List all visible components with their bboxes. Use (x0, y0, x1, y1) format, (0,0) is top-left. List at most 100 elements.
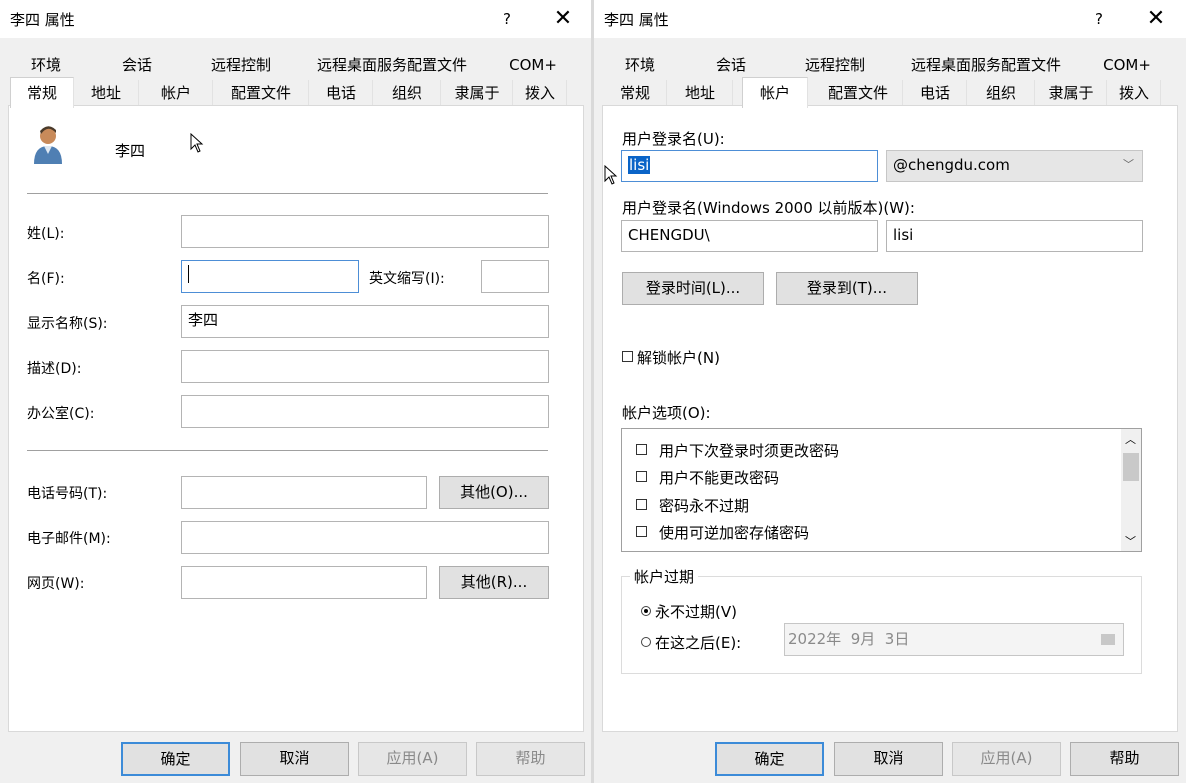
first-name-label: 名(F): (27, 271, 65, 287)
last-name-field[interactable] (181, 215, 549, 248)
webpage-field[interactable] (181, 566, 427, 599)
cancel-button[interactable]: 取消 (834, 742, 943, 776)
radio-icon (641, 637, 651, 647)
description-field[interactable] (181, 350, 549, 383)
first-name-field[interactable] (181, 260, 359, 293)
tab-profile[interactable]: 配置文件 (214, 80, 309, 106)
tab-dial-in[interactable]: 拨入 (1108, 80, 1161, 106)
close-button[interactable]: ✕ (1139, 6, 1173, 32)
divider (27, 193, 548, 194)
logon-name-field[interactable]: lisi (621, 150, 878, 182)
tab-general[interactable]: 常规 (10, 77, 74, 108)
logon-hours-button[interactable]: 登录时间(L)... (622, 272, 764, 305)
tab-general[interactable]: 常规 (604, 80, 667, 106)
scroll-up-icon[interactable]: ︿ (1125, 431, 1136, 447)
tab-organization[interactable]: 组织 (374, 80, 441, 106)
tab-address[interactable]: 地址 (668, 80, 733, 106)
list-item[interactable]: 使用可逆加密存储密码 (636, 522, 809, 543)
tab-telephones[interactable]: 电话 (310, 80, 373, 106)
tab-remote-control[interactable]: 远程控制 (196, 52, 286, 78)
help-button[interactable]: ? (1084, 6, 1114, 32)
tab-row-bottom: 常规 地址 帐户 配置文件 电话 组织 隶属于 拨入 (594, 77, 1186, 108)
checkbox-icon (636, 526, 647, 537)
account-options-label: 帐户选项(O): (622, 404, 711, 422)
tab-address[interactable]: 地址 (74, 80, 139, 106)
tab-environment[interactable]: 环境 (608, 52, 672, 78)
upn-suffix-dropdown[interactable]: @chengdu.com ﹀ (886, 150, 1143, 182)
unlock-account-checkbox[interactable]: 解锁帐户(N) (622, 347, 720, 368)
phone-field[interactable] (181, 476, 427, 509)
email-field[interactable] (181, 521, 549, 554)
tab-rds-profile[interactable]: 远程桌面服务配置文件 (900, 52, 1072, 78)
tab-row-top: 环境 会话 远程控制 远程桌面服务配置文件 COM+ (594, 52, 1186, 78)
apply-button[interactable]: 应用(A) (358, 742, 467, 776)
cancel-button[interactable]: 取消 (240, 742, 349, 776)
tab-remote-control[interactable]: 远程控制 (790, 52, 880, 78)
ok-button[interactable]: 确定 (715, 742, 824, 776)
list-item[interactable]: 用户不能更改密码 (636, 467, 779, 488)
display-name-field[interactable]: 李四 (181, 305, 549, 338)
text-caret (188, 265, 189, 283)
dialog-title: 李四 属性 (604, 11, 669, 29)
vertical-scrollbar[interactable]: ︿ ﹀ (1121, 429, 1141, 551)
apply-button[interactable]: 应用(A) (952, 742, 1061, 776)
tab-member-of[interactable]: 隶属于 (1036, 80, 1107, 106)
tab-sessions[interactable]: 会话 (98, 52, 176, 78)
initials-field[interactable] (481, 260, 549, 293)
ok-button[interactable]: 确定 (121, 742, 230, 776)
tab-sessions[interactable]: 会话 (692, 52, 770, 78)
tab-profile[interactable]: 配置文件 (814, 80, 903, 106)
webpage-label: 网页(W): (27, 576, 85, 592)
help-dialog-button[interactable]: 帮助 (476, 742, 585, 776)
phone-other-button[interactable]: 其他(O)... (439, 476, 549, 509)
logon-name-selected-text: lisi (628, 156, 651, 174)
dialog-title: 李四 属性 (10, 11, 75, 29)
tab-com-plus[interactable]: COM+ (1092, 52, 1162, 78)
user-icon (32, 124, 66, 166)
office-field[interactable] (181, 395, 549, 428)
tab-telephones[interactable]: 电话 (904, 80, 967, 106)
never-expires-label: 永不过期(V) (655, 603, 737, 621)
scroll-thumb[interactable] (1123, 453, 1139, 481)
tab-dial-in[interactable]: 拨入 (514, 80, 567, 106)
option-label: 用户下次登录时须更改密码 (659, 442, 840, 460)
end-of-label: 在这之后(E): (655, 634, 742, 652)
option-label: 用户不能更改密码 (659, 469, 780, 487)
expire-date-value: 2022年 9月 3日 (788, 630, 910, 648)
help-dialog-button[interactable]: 帮助 (1070, 742, 1179, 776)
end-of-radio[interactable]: 在这之后(E): (641, 632, 741, 653)
mouse-cursor-icon (190, 132, 204, 157)
checkbox-icon (622, 351, 633, 362)
tab-row-top: 环境 会话 远程控制 远程桌面服务配置文件 COM+ (0, 52, 592, 78)
last-name-label: 姓(L): (27, 226, 65, 242)
title-bar: 李四 属性 ? ✕ (594, 0, 1186, 38)
pre2000-domain-field: CHENGDU\ (621, 220, 878, 252)
tab-row-bottom: 常规 地址 帐户 配置文件 电话 组织 隶属于 拨入 (0, 77, 592, 108)
checkbox-icon (636, 444, 647, 455)
tab-organization[interactable]: 组织 (968, 80, 1035, 106)
pre2000-name-field[interactable]: lisi (886, 220, 1143, 252)
list-item[interactable]: 用户下次登录时须更改密码 (636, 440, 839, 461)
radio-icon (641, 606, 651, 616)
close-button[interactable]: ✕ (546, 6, 580, 32)
never-expires-radio[interactable]: 永不过期(V) (641, 601, 737, 622)
title-bar: 李四 属性 ? ✕ (0, 0, 592, 38)
display-name-label: 显示名称(S): (27, 316, 108, 332)
office-label: 办公室(C): (27, 406, 95, 422)
description-label: 描述(D): (27, 361, 82, 377)
tab-com-plus[interactable]: COM+ (498, 52, 568, 78)
display-name-header: 李四 (115, 142, 146, 160)
tab-environment[interactable]: 环境 (14, 52, 78, 78)
tab-account[interactable]: 帐户 (742, 77, 808, 108)
initials-label: 英文缩写(I): (369, 271, 445, 287)
list-item[interactable]: 密码永不过期 (636, 495, 749, 516)
help-button[interactable]: ? (492, 6, 522, 32)
tab-rds-profile[interactable]: 远程桌面服务配置文件 (306, 52, 478, 78)
tab-member-of[interactable]: 隶属于 (442, 80, 513, 106)
scroll-down-icon[interactable]: ﹀ (1125, 533, 1136, 549)
webpage-other-button[interactable]: 其他(R)... (439, 566, 549, 599)
account-expires-title: 帐户过期 (630, 566, 699, 587)
logon-to-button[interactable]: 登录到(T)... (776, 272, 918, 305)
tab-account[interactable]: 帐户 (140, 80, 213, 106)
checkbox-icon (636, 499, 647, 510)
